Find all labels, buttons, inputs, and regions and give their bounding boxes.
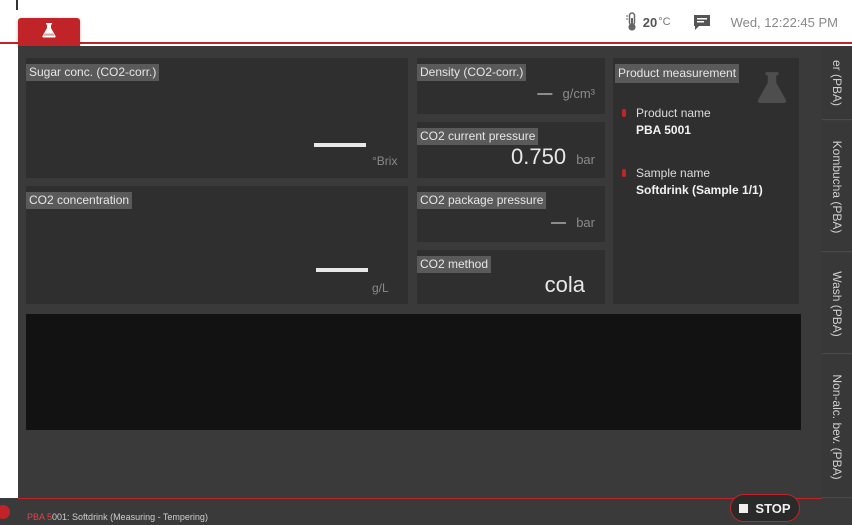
sugar-panel[interactable]: Sugar conc. (CO2-corr.) °Brix <box>26 58 408 178</box>
co2-current-pressure-value: 0.750 bar <box>511 144 595 170</box>
product-measurement-panel[interactable]: Product measurement Product name PBA 500… <box>613 58 799 304</box>
sugar-label: Sugar conc. (CO2-corr.) <box>26 64 160 81</box>
footer-red-line <box>18 498 822 499</box>
graph-area <box>26 314 801 430</box>
co2-package-pressure-unit: bar <box>576 215 595 230</box>
side-tab-beer-label: er (PBA) <box>830 59 844 106</box>
status-indicator-dot <box>0 505 10 519</box>
thermometer-icon <box>625 12 639 32</box>
main-area: Sugar conc. (CO2-corr.) °Brix CO2 concen… <box>18 46 822 498</box>
density-value-text: — <box>537 85 553 102</box>
density-panel[interactable]: Density (CO2-corr.) — g/cm³ <box>417 58 605 114</box>
status-text: PBA 5001: Softdrink (Measuring - Temperi… <box>27 512 208 522</box>
co2-concentration-panel[interactable]: CO2 concentration g/L <box>26 186 408 304</box>
side-tab-wash[interactable]: Wash (PBA) <box>822 254 852 354</box>
side-tab-kombucha[interactable]: Kombucha (PBA) <box>822 122 852 252</box>
side-tab-kombucha-label: Kombucha (PBA) <box>830 140 844 233</box>
side-tab-beer[interactable]: er (PBA) <box>822 46 852 120</box>
co2-package-pressure-label: CO2 package pressure <box>417 192 547 209</box>
sample-name-label: Sample name <box>636 166 711 180</box>
top-left-line <box>16 0 18 10</box>
product-name-label: Product name <box>636 106 711 120</box>
status-text-highlight: PBA 5 <box>27 512 53 522</box>
product-name-bullet <box>622 109 626 117</box>
co2-method-panel[interactable]: CO2 method cola <box>417 250 605 304</box>
co2-method-label: CO2 method <box>417 256 492 273</box>
product-name-value: PBA 5001 <box>636 123 691 137</box>
co2-current-pressure-number: 0.750 <box>511 144 567 169</box>
sample-name-value: Softdrink (Sample 1/1) <box>636 183 763 197</box>
co2-package-pressure-number: — <box>551 214 567 231</box>
temperature-value: 20 <box>642 14 658 30</box>
stop-icon <box>739 503 749 513</box>
density-value: — g/cm³ <box>537 85 595 102</box>
density-label: Density (CO2-corr.) <box>417 64 527 81</box>
co2-method-value: cola <box>544 272 585 297</box>
side-tab-non-alc[interactable]: Non-alc. bev. (PBA) <box>822 356 852 498</box>
sample-name-bullet <box>622 169 626 177</box>
co2-current-pressure-label: CO2 current pressure <box>417 128 539 145</box>
flask-watermark-icon <box>755 70 789 109</box>
sugar-value-dash <box>314 143 366 147</box>
side-tab-wash-label: Wash (PBA) <box>830 270 844 337</box>
co2-current-pressure-panel[interactable]: CO2 current pressure 0.750 bar <box>417 122 605 178</box>
co2-concentration-unit: g/L <box>372 281 389 295</box>
stop-button[interactable]: STOP <box>730 494 800 522</box>
status-text-rest: 001: Softdrink (Measuring - Tempering) <box>52 512 208 522</box>
sugar-unit: °Brix <box>372 154 398 168</box>
flask-icon <box>41 22 57 43</box>
co2-current-pressure-unit: bar <box>576 152 595 167</box>
home-button[interactable] <box>18 18 80 46</box>
density-unit: g/cm³ <box>562 86 596 101</box>
co2-concentration-label: CO2 concentration <box>26 192 133 209</box>
co2-concentration-value-dash <box>316 268 368 272</box>
status-footer: PBA 5001: Softdrink (Measuring - Temperi… <box>0 498 852 525</box>
side-tabs: er (PBA) Kombucha (PBA) Wash (PBA) Non-a… <box>822 46 852 498</box>
datetime: Wed, 12:22:45 PM <box>730 14 838 30</box>
product-measurement-title: Product measurement <box>615 64 740 83</box>
temperature-unit: °C <box>658 16 671 28</box>
stop-label: STOP <box>755 500 791 516</box>
co2-package-pressure-value: — bar <box>551 214 595 231</box>
co2-package-pressure-panel[interactable]: CO2 package pressure — bar <box>417 186 605 242</box>
message-icon[interactable] <box>693 14 711 31</box>
top-bar: 20 °C Wed, 12:22:45 PM <box>0 0 852 46</box>
side-tab-non-alc-label: Non-alc. bev. (PBA) <box>830 373 844 480</box>
status-area: 20 °C Wed, 12:22:45 PM <box>625 11 838 33</box>
